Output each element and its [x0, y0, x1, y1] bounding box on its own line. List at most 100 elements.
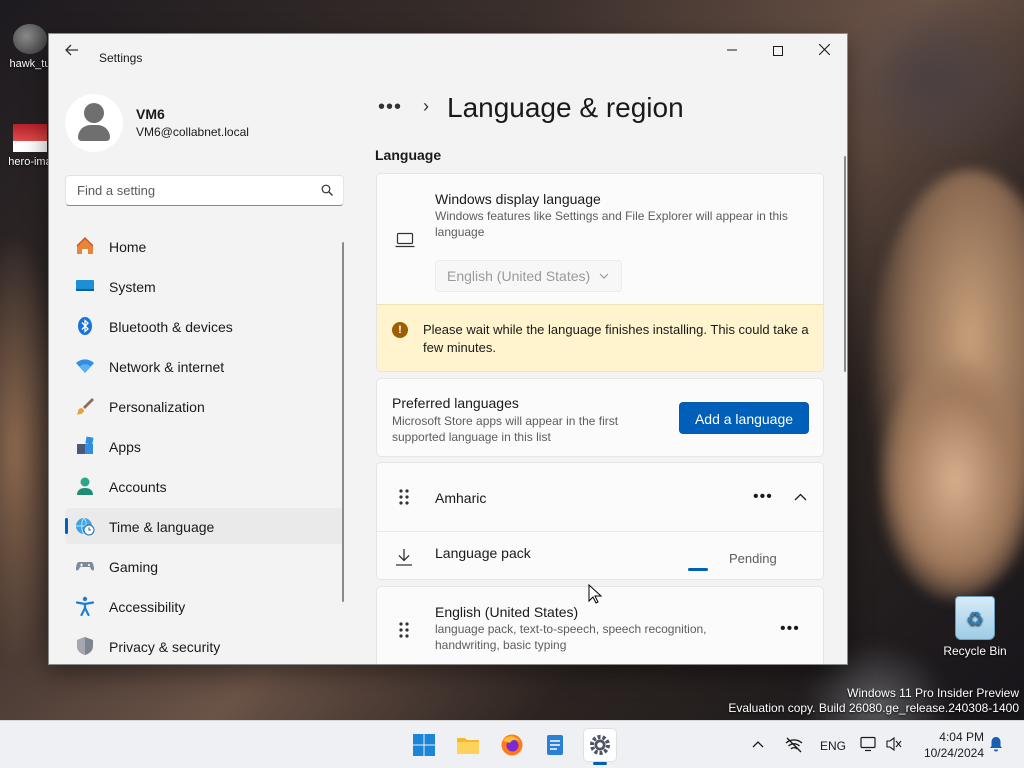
search-icon[interactable]: [321, 184, 333, 196]
display-language-card: Windows display language Windows feature…: [376, 173, 824, 372]
title-bar[interactable]: Settings: [49, 34, 847, 66]
chevron-up-icon[interactable]: [794, 493, 807, 501]
maximize-icon: [773, 46, 783, 57]
display-language-dropdown[interactable]: English (United States): [435, 260, 622, 292]
volume-muted-icon[interactable]: [886, 736, 902, 752]
preferred-languages-description: Microsoft Store apps will appear in the …: [392, 414, 619, 444]
minimize-button[interactable]: [709, 34, 755, 66]
settings-gear-icon: [590, 735, 610, 755]
language-more-button[interactable]: •••: [753, 489, 773, 505]
taskbar: ENG 4:04 PM 10/24/2024: [0, 720, 1024, 768]
sidebar-item-bluetooth[interactable]: Bluetooth & devices: [65, 308, 344, 344]
folder-icon: [457, 738, 479, 754]
breadcrumb-overflow-button[interactable]: •••: [378, 96, 402, 119]
preferred-languages-title: Preferred languages: [392, 395, 519, 411]
maximize-button[interactable]: [755, 34, 801, 66]
arrow-left-icon: [65, 44, 78, 56]
sidebar-item-label: Network & internet: [109, 359, 225, 375]
chevron-down-icon: [599, 273, 609, 279]
mouse-cursor-icon: [588, 584, 602, 604]
close-button[interactable]: [801, 34, 847, 66]
sidebar-item-system[interactable]: System: [65, 268, 344, 304]
laptop-icon: [395, 232, 415, 248]
language-card-amharic: Amharic ••• Language pack Pending: [376, 462, 824, 580]
sidebar-item-network[interactable]: Network & internet: [65, 348, 344, 384]
input-language-indicator[interactable]: ENG: [820, 739, 846, 768]
language-features: language pack, text-to-speech, speech re…: [435, 622, 707, 652]
image-file-icon: [13, 24, 47, 54]
preferred-languages-card: Preferred languages Microsoft Store apps…: [376, 378, 824, 457]
watermark-line: Windows 11 Pro Insider Preview: [847, 686, 1019, 700]
notepad-button[interactable]: [540, 729, 572, 761]
wifi-icon: [76, 359, 94, 373]
sidebar-item-label: Privacy & security: [109, 639, 221, 655]
sidebar-item-label: Home: [109, 239, 147, 255]
language-name: English (United States): [435, 604, 579, 620]
gamepad-icon: [76, 562, 94, 571]
avatar[interactable]: [65, 94, 123, 152]
language-more-button[interactable]: •••: [780, 621, 800, 637]
display-icon[interactable]: [860, 736, 878, 752]
display-language-description: Windows features like Settings and File …: [435, 209, 788, 239]
profile-name: VM6: [136, 106, 165, 122]
wallpaper-shape: [840, 0, 1024, 160]
os-watermark: Windows 11 Pro Insider Preview Evaluatio…: [728, 686, 1019, 716]
file-explorer-button[interactable]: [452, 729, 484, 761]
network-disconnected-icon[interactable]: [785, 737, 803, 753]
sidebar-item-gaming[interactable]: Gaming: [65, 548, 344, 584]
system-icon: [76, 280, 94, 291]
shield-icon: [77, 637, 93, 655]
sidebar-item-time-language[interactable]: Time & language: [65, 508, 344, 544]
recycle-bin-icon: [955, 596, 995, 640]
drag-handle-icon[interactable]: [398, 621, 410, 639]
settings-taskbar-button[interactable]: [584, 729, 616, 765]
accounts-icon: [77, 477, 93, 495]
desktop-icon-recycle-bin[interactable]: Recycle Bin: [936, 596, 1014, 658]
sidebar-nav: Home System Bluetooth & devices Network …: [65, 228, 344, 664]
minimize-icon: [727, 49, 737, 51]
sidebar-item-label: Accessibility: [109, 599, 186, 615]
sidebar-item-home[interactable]: Home: [65, 228, 344, 264]
download-icon: [396, 549, 412, 566]
accessibility-icon: [75, 596, 95, 616]
back-button[interactable]: [59, 43, 85, 61]
firefox-icon: [501, 734, 523, 756]
sidebar-item-apps[interactable]: Apps: [65, 428, 344, 464]
dropdown-value: English (United States): [447, 268, 591, 284]
notepad-icon: [547, 735, 563, 755]
section-heading: Language: [375, 147, 442, 163]
sidebar-scrollbar[interactable]: [342, 242, 344, 602]
sidebar-item-accounts[interactable]: Accounts: [65, 468, 344, 504]
sidebar-item-label: Gaming: [109, 559, 159, 575]
desktop-icon-label: hero-ima: [8, 156, 52, 168]
windows-logo-icon: [413, 734, 435, 756]
home-icon: [76, 237, 94, 254]
divider: [377, 531, 823, 532]
display-language-title: Windows display language: [435, 191, 601, 207]
content-scrollbar[interactable]: [844, 156, 846, 372]
sidebar-item-personalization[interactable]: Personalization: [65, 388, 344, 424]
search-input[interactable]: [66, 176, 306, 205]
breadcrumb-separator: ›: [423, 96, 429, 116]
desktop-icon-label: Recycle Bin: [943, 644, 1007, 658]
start-button[interactable]: [408, 729, 440, 761]
bluetooth-icon: [78, 317, 92, 335]
drag-handle-icon[interactable]: [398, 488, 410, 506]
search-box[interactable]: [65, 175, 344, 206]
desktop-icon-label: hawk_tu: [9, 58, 51, 70]
sidebar-item-label: Bluetooth & devices: [109, 319, 233, 335]
show-hidden-icons-button[interactable]: [752, 735, 764, 768]
wallpaper-shape: [880, 360, 1024, 600]
sidebar-item-privacy[interactable]: Privacy & security: [65, 628, 344, 664]
brush-icon: [76, 398, 94, 415]
firefox-button[interactable]: [496, 729, 528, 761]
app-title: Settings: [99, 51, 143, 65]
add-language-button[interactable]: Add a language: [679, 402, 809, 434]
sidebar-item-accessibility[interactable]: Accessibility: [65, 588, 344, 624]
close-icon: [818, 43, 830, 56]
notification-bell-icon[interactable]: [989, 736, 1003, 752]
language-pack-progress: [688, 568, 708, 571]
taskbar-clock[interactable]: 4:04 PM 10/24/2024: [908, 729, 984, 761]
warning-icon: !: [392, 322, 408, 338]
sidebar-item-label: Accounts: [109, 479, 167, 495]
